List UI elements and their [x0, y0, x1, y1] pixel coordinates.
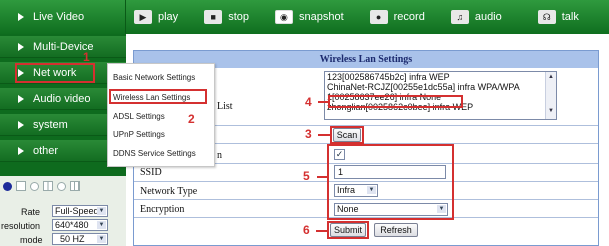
submit-highlight — [327, 221, 369, 239]
list-scrollbar[interactable]: ▲ ▼ — [545, 72, 556, 119]
talk-icon: ☊ — [537, 10, 556, 24]
talk-button[interactable]: ☊ talk — [530, 0, 589, 34]
sidebar-item-label: system — [33, 118, 68, 131]
play-label: play — [158, 11, 179, 23]
encryption-label: Encryption — [140, 204, 185, 215]
selected-network-highlight — [328, 95, 463, 108]
sidebar-item-label: other — [33, 144, 59, 157]
arrow-right-icon — [18, 146, 24, 155]
resolution-value: 640*480 — [55, 220, 89, 230]
layout-switcher — [0, 176, 126, 196]
rate-value: Full-Speed — [55, 206, 99, 216]
resolution-label: resolution — [1, 221, 41, 231]
annotation-line — [316, 230, 327, 232]
quad-view-icon[interactable] — [43, 181, 53, 191]
arrow-right-icon — [18, 13, 24, 21]
record-icon: ● — [369, 10, 388, 24]
camera-icon: ◉ — [274, 10, 293, 24]
record-dot-icon — [3, 181, 12, 191]
network-highlight-box — [15, 63, 95, 83]
mode-value: 50 HZ — [60, 234, 85, 244]
stop-label: stop — [228, 11, 249, 23]
annotation-marker-5: 5 — [303, 169, 310, 183]
annotation-marker-3: 3 — [305, 127, 312, 141]
network-submenu: Basic Network Settings Wireless Lan Sett… — [107, 63, 215, 167]
annotation-marker-6: 6 — [303, 223, 310, 237]
record-label: record — [393, 11, 425, 23]
sidebar-item-multi-device[interactable]: Multi-Device — [0, 36, 126, 58]
record-button[interactable]: ● record — [362, 0, 435, 34]
snapshot-button[interactable]: ◉ snapshot — [267, 0, 354, 34]
single-view-icon[interactable] — [16, 181, 26, 191]
wireless-menu-highlight — [109, 89, 207, 104]
radio-icon[interactable] — [30, 181, 39, 191]
scan-highlight — [330, 126, 364, 144]
ssid-label: SSID — [140, 167, 162, 178]
live-video-label: Live Video — [33, 11, 85, 23]
play-button[interactable]: ▶ play — [126, 0, 188, 34]
annotation-marker-4: 4 — [305, 95, 312, 109]
annotation-marker-2: 2 — [188, 112, 195, 126]
chevron-up-icon[interactable]: ▲ — [547, 74, 555, 80]
audio-button[interactable]: ♫ audio — [443, 0, 512, 34]
grid-view-icon[interactable] — [70, 181, 80, 191]
menu-item-basic-network[interactable]: Basic Network Settings — [113, 73, 195, 82]
mode-label: mode — [20, 235, 43, 245]
play-icon: ▶ — [134, 10, 152, 24]
audio-icon: ♫ — [450, 10, 469, 24]
list-item[interactable]: ChinaNet-RCJZ[00255e1dc55a] infra WPA/WP… — [325, 82, 556, 92]
annotation-line — [318, 101, 328, 103]
annotation-marker-1: 1 — [83, 50, 90, 64]
live-video-tab[interactable]: Live Video — [0, 0, 126, 34]
annotation-line — [318, 134, 330, 136]
arrow-right-icon — [18, 120, 24, 129]
resolution-select[interactable]: 640*480 ▼ — [52, 219, 108, 231]
chevron-down-icon: ▼ — [97, 235, 106, 243]
top-toolbar: Live Video ▶ play ■ stop ◉ snapshot ● record… — [0, 0, 609, 34]
talk-label: talk — [561, 11, 579, 23]
settings-fields-highlight — [327, 144, 454, 220]
audio-label: audio — [474, 11, 502, 23]
refresh-button[interactable]: Refresh — [374, 223, 418, 237]
list-label: List — [217, 101, 233, 112]
chevron-down-icon: ▼ — [97, 221, 106, 229]
mode-select[interactable]: 50 HZ ▼ — [52, 233, 108, 245]
chevron-down-icon: ▼ — [97, 207, 106, 215]
network-type-label: Network Type — [140, 186, 198, 197]
stop-button[interactable]: ■ stop — [196, 0, 259, 34]
menu-item-ddns[interactable]: DDNS Service Settings — [113, 149, 196, 158]
stop-icon: ■ — [204, 10, 223, 24]
arrow-right-icon — [18, 94, 24, 103]
using-label-tail: n — [217, 150, 222, 161]
rate-select[interactable]: Full-Speed ▼ — [52, 205, 108, 217]
arrow-right-icon — [18, 42, 24, 51]
rate-label: Rate — [21, 207, 41, 217]
chevron-down-icon[interactable]: ▼ — [547, 108, 555, 114]
menu-item-upnp[interactable]: UPnP Settings — [113, 130, 165, 139]
menu-item-adsl[interactable]: ADSL Settings — [113, 112, 165, 121]
sidebar-item-label: Audio video — [33, 92, 91, 105]
radio-icon[interactable] — [57, 181, 66, 191]
list-item[interactable]: 123[002586745b2c] infra WEP — [325, 72, 556, 82]
annotation-line — [317, 176, 327, 178]
snapshot-label: snapshot — [298, 11, 344, 23]
